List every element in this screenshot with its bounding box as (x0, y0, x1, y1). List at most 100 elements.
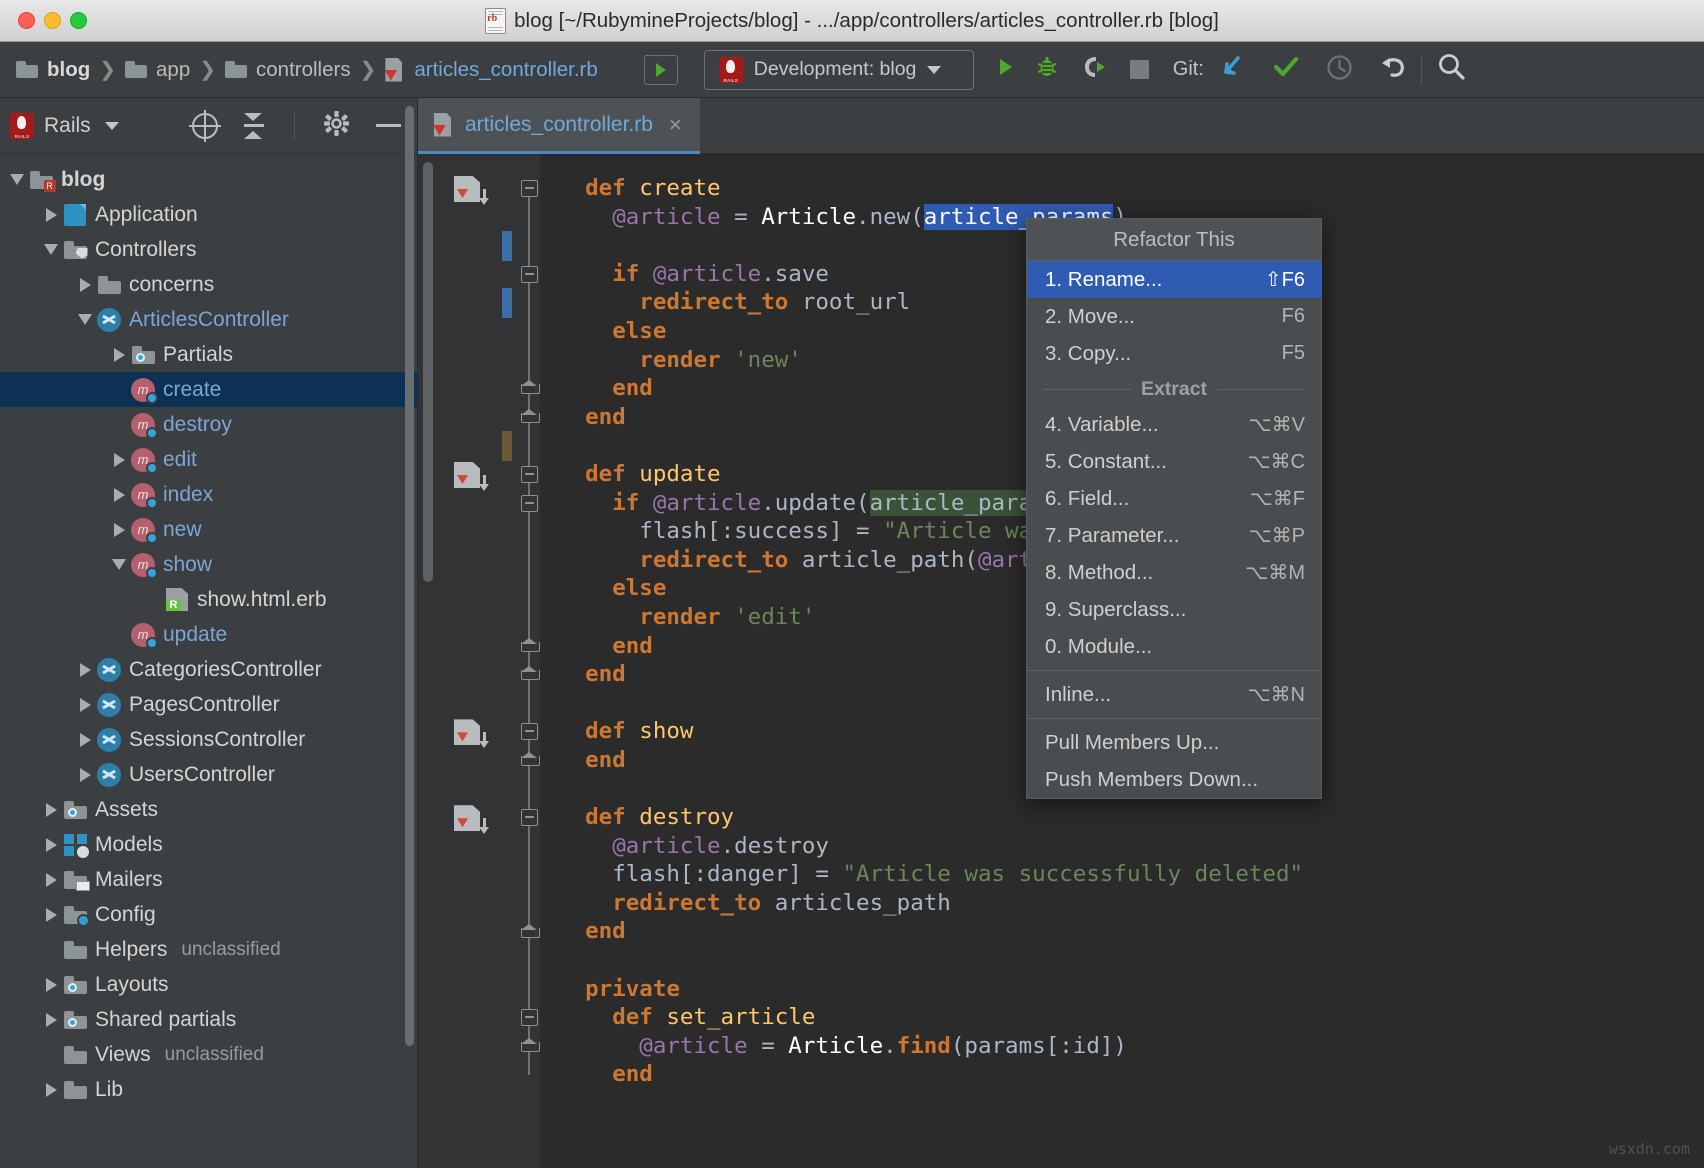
git-commit-button[interactable] (1272, 54, 1300, 85)
code-area[interactable]: def create @article = Article.new(articl… (418, 154, 1704, 1168)
chevron-right-icon[interactable] (108, 488, 130, 502)
tree-item-assets[interactable]: Assets (0, 792, 417, 827)
vcs-change-marker[interactable] (502, 288, 512, 318)
chevron-down-icon[interactable] (105, 122, 119, 130)
tree-item-userscontroller[interactable]: UsersController (0, 757, 417, 792)
menu-item-2-move[interactable]: 2. Move...F6 (1027, 298, 1321, 335)
run-with-coverage-button[interactable] (1082, 54, 1108, 85)
tree-item-categoriescontroller[interactable]: CategoriesController (0, 652, 417, 687)
tree-item-shared-partials[interactable]: Shared partials (0, 1002, 417, 1037)
menu-item-pull-members-up[interactable]: Pull Members Up... (1027, 724, 1321, 761)
git-rollback-button[interactable] (1379, 54, 1407, 85)
chevron-down-icon[interactable] (74, 314, 96, 325)
tree-item-concerns[interactable]: concerns (0, 267, 417, 302)
tree-item-blog[interactable]: Rblog (0, 162, 417, 197)
vcs-change-marker[interactable] (502, 231, 512, 261)
minimize-window-button[interactable] (44, 12, 61, 29)
chevron-right-icon[interactable] (40, 978, 62, 992)
close-icon[interactable]: × (669, 112, 682, 138)
window-controls[interactable] (18, 12, 87, 29)
editor-gutter[interactable] (440, 154, 518, 1168)
fold-end-icon[interactable] (521, 380, 538, 393)
breadcrumb-item-controllers[interactable]: controllers (221, 58, 355, 82)
menu-item-9-superclass[interactable]: 9. Superclass... (1027, 591, 1321, 628)
tree-item-show-html-erb[interactable]: Rshow.html.erb (0, 582, 417, 617)
fold-collapse-icon[interactable] (521, 495, 538, 512)
fold-collapse-icon[interactable] (521, 723, 538, 740)
project-tree[interactable]: RblogApplicationControllersconcernsArtic… (0, 154, 417, 1168)
tree-item-edit[interactable]: medit (0, 442, 417, 477)
git-update-button[interactable] (1218, 53, 1246, 86)
breadcrumb-item-app[interactable]: app (121, 58, 194, 82)
tree-item-mailers[interactable]: Mailers (0, 862, 417, 897)
menu-item-4-variable[interactable]: 4. Variable...⌥⌘V (1027, 406, 1321, 443)
menu-item-8-method[interactable]: 8. Method...⌥⌘M (1027, 554, 1321, 591)
tree-item-lib[interactable]: Lib (0, 1072, 417, 1107)
chevron-right-icon[interactable] (108, 523, 130, 537)
breadcrumb-item-file[interactable]: articles_controller.rb (381, 58, 601, 82)
tree-item-application[interactable]: Application (0, 197, 417, 232)
chevron-right-icon[interactable] (40, 1013, 62, 1027)
chevron-right-icon[interactable] (108, 453, 130, 467)
editor-scrollbar[interactable] (418, 154, 440, 1168)
chevron-right-icon[interactable] (74, 768, 96, 782)
chevron-right-icon[interactable] (40, 873, 62, 887)
hide-icon[interactable] (376, 124, 401, 127)
fold-end-icon[interactable] (521, 638, 538, 651)
stop-button[interactable] (1130, 60, 1149, 79)
settings-icon[interactable] (323, 110, 350, 142)
tree-item-models[interactable]: Models (0, 827, 417, 862)
maximize-window-button[interactable] (70, 12, 87, 29)
chevron-right-icon[interactable] (40, 1083, 62, 1097)
chevron-right-icon[interactable] (74, 698, 96, 712)
chevron-right-icon[interactable] (74, 663, 96, 677)
chevron-right-icon[interactable] (108, 348, 130, 362)
tree-item-partials[interactable]: Partials (0, 337, 417, 372)
tree-item-views[interactable]: Viewsunclassified (0, 1037, 417, 1072)
tree-item-articlescontroller[interactable]: ArticlesController (0, 302, 417, 337)
tree-item-destroy[interactable]: mdestroy (0, 407, 417, 442)
collapse-all-icon[interactable] (244, 113, 266, 139)
chevron-down-icon[interactable] (6, 174, 28, 185)
rails-action-gutter-icon[interactable] (454, 462, 480, 488)
fold-gutter[interactable] (518, 154, 540, 1168)
vcs-change-marker[interactable] (502, 431, 512, 461)
tree-item-create[interactable]: mcreate (0, 372, 417, 407)
fold-end-icon[interactable] (521, 666, 538, 679)
fold-end-icon[interactable] (521, 924, 538, 937)
fold-end-icon[interactable] (521, 1038, 538, 1051)
chevron-right-icon[interactable] (40, 208, 62, 222)
menu-item-0-module[interactable]: 0. Module... (1027, 628, 1321, 665)
fold-collapse-icon[interactable] (521, 266, 538, 283)
tree-item-helpers[interactable]: Helpersunclassified (0, 932, 417, 967)
tree-item-sessionscontroller[interactable]: SessionsController (0, 722, 417, 757)
menu-item-push-members-down[interactable]: Push Members Down... (1027, 761, 1321, 798)
tree-item-config[interactable]: Config (0, 897, 417, 932)
menu-item-1-rename[interactable]: 1. Rename...⇧F6 (1027, 261, 1321, 298)
search-everywhere-button[interactable] (1436, 51, 1468, 88)
menu-item-7-parameter[interactable]: 7. Parameter...⌥⌘P (1027, 517, 1321, 554)
chevron-down-icon[interactable] (108, 559, 130, 570)
tree-item-show[interactable]: mshow (0, 547, 417, 582)
breadcrumb-item-blog[interactable]: blog (12, 58, 94, 82)
tree-item-update[interactable]: mupdate (0, 617, 417, 652)
menu-item-inline[interactable]: Inline...⌥⌘N (1027, 676, 1321, 713)
chevron-right-icon[interactable] (74, 278, 96, 292)
fold-end-icon[interactable] (521, 409, 538, 422)
tab-articles-controller[interactable]: articles_controller.rb × (418, 98, 700, 154)
tree-item-controllers[interactable]: Controllers (0, 232, 417, 267)
menu-item-3-copy[interactable]: 3. Copy...F5 (1027, 335, 1321, 372)
tree-item-index[interactable]: mindex (0, 477, 417, 512)
rails-action-gutter-icon[interactable] (454, 719, 480, 745)
chevron-right-icon[interactable] (74, 733, 96, 747)
fold-collapse-icon[interactable] (521, 466, 538, 483)
run-button[interactable] (1000, 59, 1012, 80)
debug-button[interactable] (1034, 54, 1060, 85)
tree-item-layouts[interactable]: Layouts (0, 967, 417, 1002)
refactor-this-popup[interactable]: Refactor This 1. Rename...⇧F62. Move...F… (1026, 218, 1322, 799)
chevron-right-icon[interactable] (40, 838, 62, 852)
run-anything-button[interactable] (644, 55, 678, 85)
run-configuration-selector[interactable]: Development: blog (704, 50, 974, 90)
fold-collapse-icon[interactable] (521, 1009, 538, 1026)
tree-item-new[interactable]: mnew (0, 512, 417, 547)
